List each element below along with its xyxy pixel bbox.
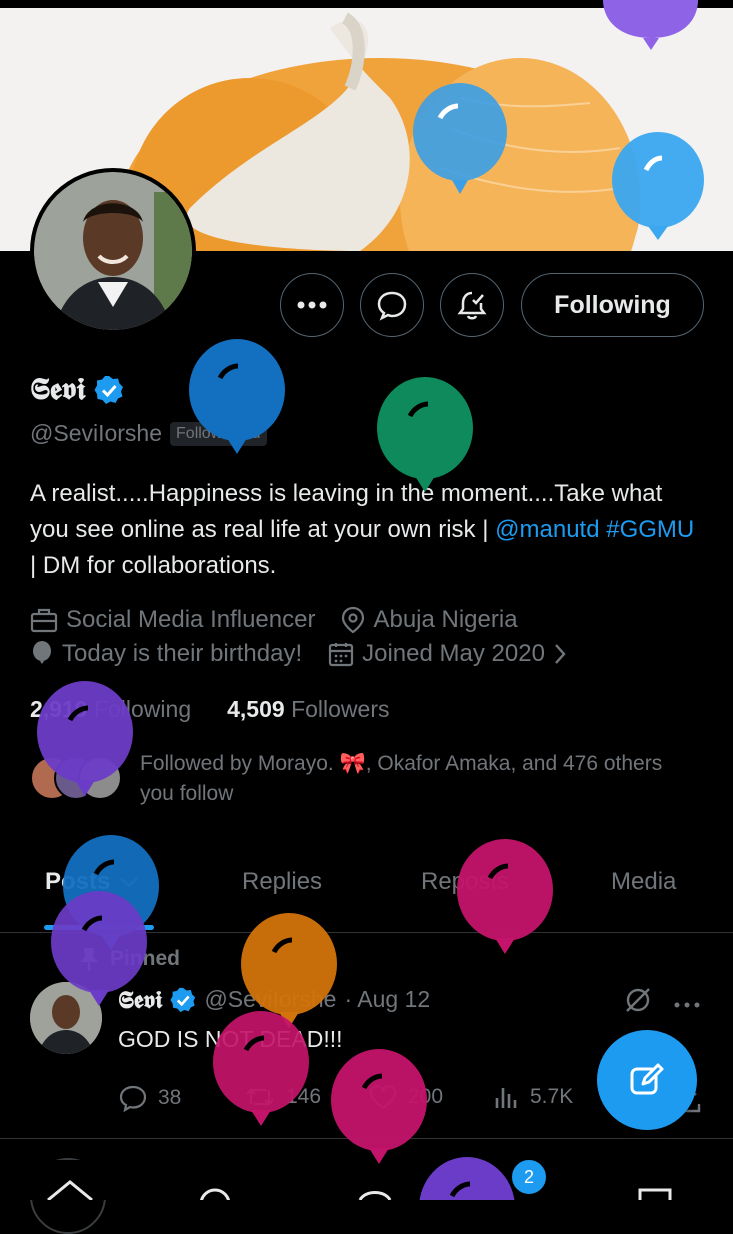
profile-avatar[interactable] (30, 168, 196, 334)
more-icon (297, 301, 327, 309)
post-more-button[interactable] (674, 996, 700, 1014)
birthday-balloon-green (377, 377, 473, 492)
grok-icon (626, 988, 650, 1012)
profile-name: 𝕾𝖊𝖛𝖎 (30, 372, 86, 407)
notifications-subscribe-button[interactable] (440, 273, 504, 337)
profile-meta-row-1: Social Media Influencer Abuja Nigeria (30, 606, 544, 634)
birthday-item: Today is their birthday! (30, 640, 302, 668)
chevron-right-icon (555, 644, 566, 664)
avatar-portrait (34, 172, 192, 330)
birthday-balloon-magenta (457, 839, 553, 954)
views-action[interactable]: 5.7K (494, 1084, 573, 1110)
tab-media[interactable]: Media (611, 868, 676, 896)
briefcase-icon (30, 608, 58, 633)
verified-badge-icon[interactable] (94, 375, 124, 405)
category-item: Social Media Influencer (30, 606, 315, 634)
tab-replies[interactable]: Replies (242, 868, 322, 896)
birthday-balloon-blue (413, 83, 507, 194)
more-options-button[interactable] (280, 273, 344, 337)
birthday-balloon-magenta (213, 1011, 309, 1126)
location-item: Abuja Nigeria (341, 606, 518, 634)
views-count: 5.7K (530, 1085, 574, 1108)
birthday-text: Today is their birthday! (62, 640, 303, 667)
message-bubble-icon (377, 291, 407, 321)
profile-meta-row-2: Today is their birthday! Joined May 2020 (30, 640, 593, 668)
reply-count: 38 (158, 1086, 182, 1109)
compose-post-button[interactable] (597, 1030, 697, 1130)
birthday-balloon-purple (37, 681, 133, 796)
reply-action[interactable]: 38 (118, 1084, 181, 1112)
bio-hashtag-link[interactable]: #GGMU (606, 516, 694, 543)
profile-bio: A realist.....Happiness is leaving in th… (30, 476, 700, 584)
birthday-balloon-purple (51, 891, 147, 1006)
notifications-badge[interactable]: 2 (510, 1158, 548, 1196)
views-chart-icon (495, 1088, 517, 1108)
location-pin-icon (342, 606, 365, 634)
birthday-balloon-purple (603, 0, 698, 50)
followers-count: 4,509 (227, 696, 285, 722)
followed-by-text[interactable]: Followed by Morayo. 🎀, Okafor Amaka, and… (140, 749, 680, 809)
bell-check-icon (457, 291, 487, 320)
followers-label: Followers (291, 696, 390, 722)
birthday-balloon-magenta (331, 1049, 427, 1164)
joined-text: Joined May 2020 (362, 640, 545, 667)
profile-name-row: 𝕾𝖊𝖛𝖎 (30, 372, 124, 407)
joined-item[interactable]: Joined May 2020 (328, 640, 567, 668)
message-button[interactable] (360, 273, 424, 337)
calendar-icon (329, 643, 354, 667)
birthday-balloon-blue (612, 132, 704, 240)
followers-count-link[interactable]: 4,509 Followers (227, 696, 389, 723)
compose-icon (630, 1063, 664, 1095)
birthday-balloon-blue (189, 339, 285, 454)
following-button[interactable]: Following (521, 273, 704, 337)
more-icon (674, 1002, 700, 1008)
bio-text-end: | DM for collaborations. (30, 552, 277, 579)
grok-button[interactable] (624, 986, 652, 1019)
balloon-icon (33, 641, 51, 664)
profile-handle: @SeviIorshe (30, 420, 163, 446)
post-date[interactable]: · Aug 12 (344, 986, 430, 1013)
location-text: Abuja Nigeria (373, 606, 518, 633)
bio-mention-link[interactable]: @manutd (495, 516, 599, 543)
verified-badge-icon[interactable] (170, 987, 196, 1013)
reply-icon (119, 1085, 147, 1112)
birthday-balloon-purple (419, 1157, 515, 1200)
category-text: Social Media Influencer (66, 606, 316, 633)
